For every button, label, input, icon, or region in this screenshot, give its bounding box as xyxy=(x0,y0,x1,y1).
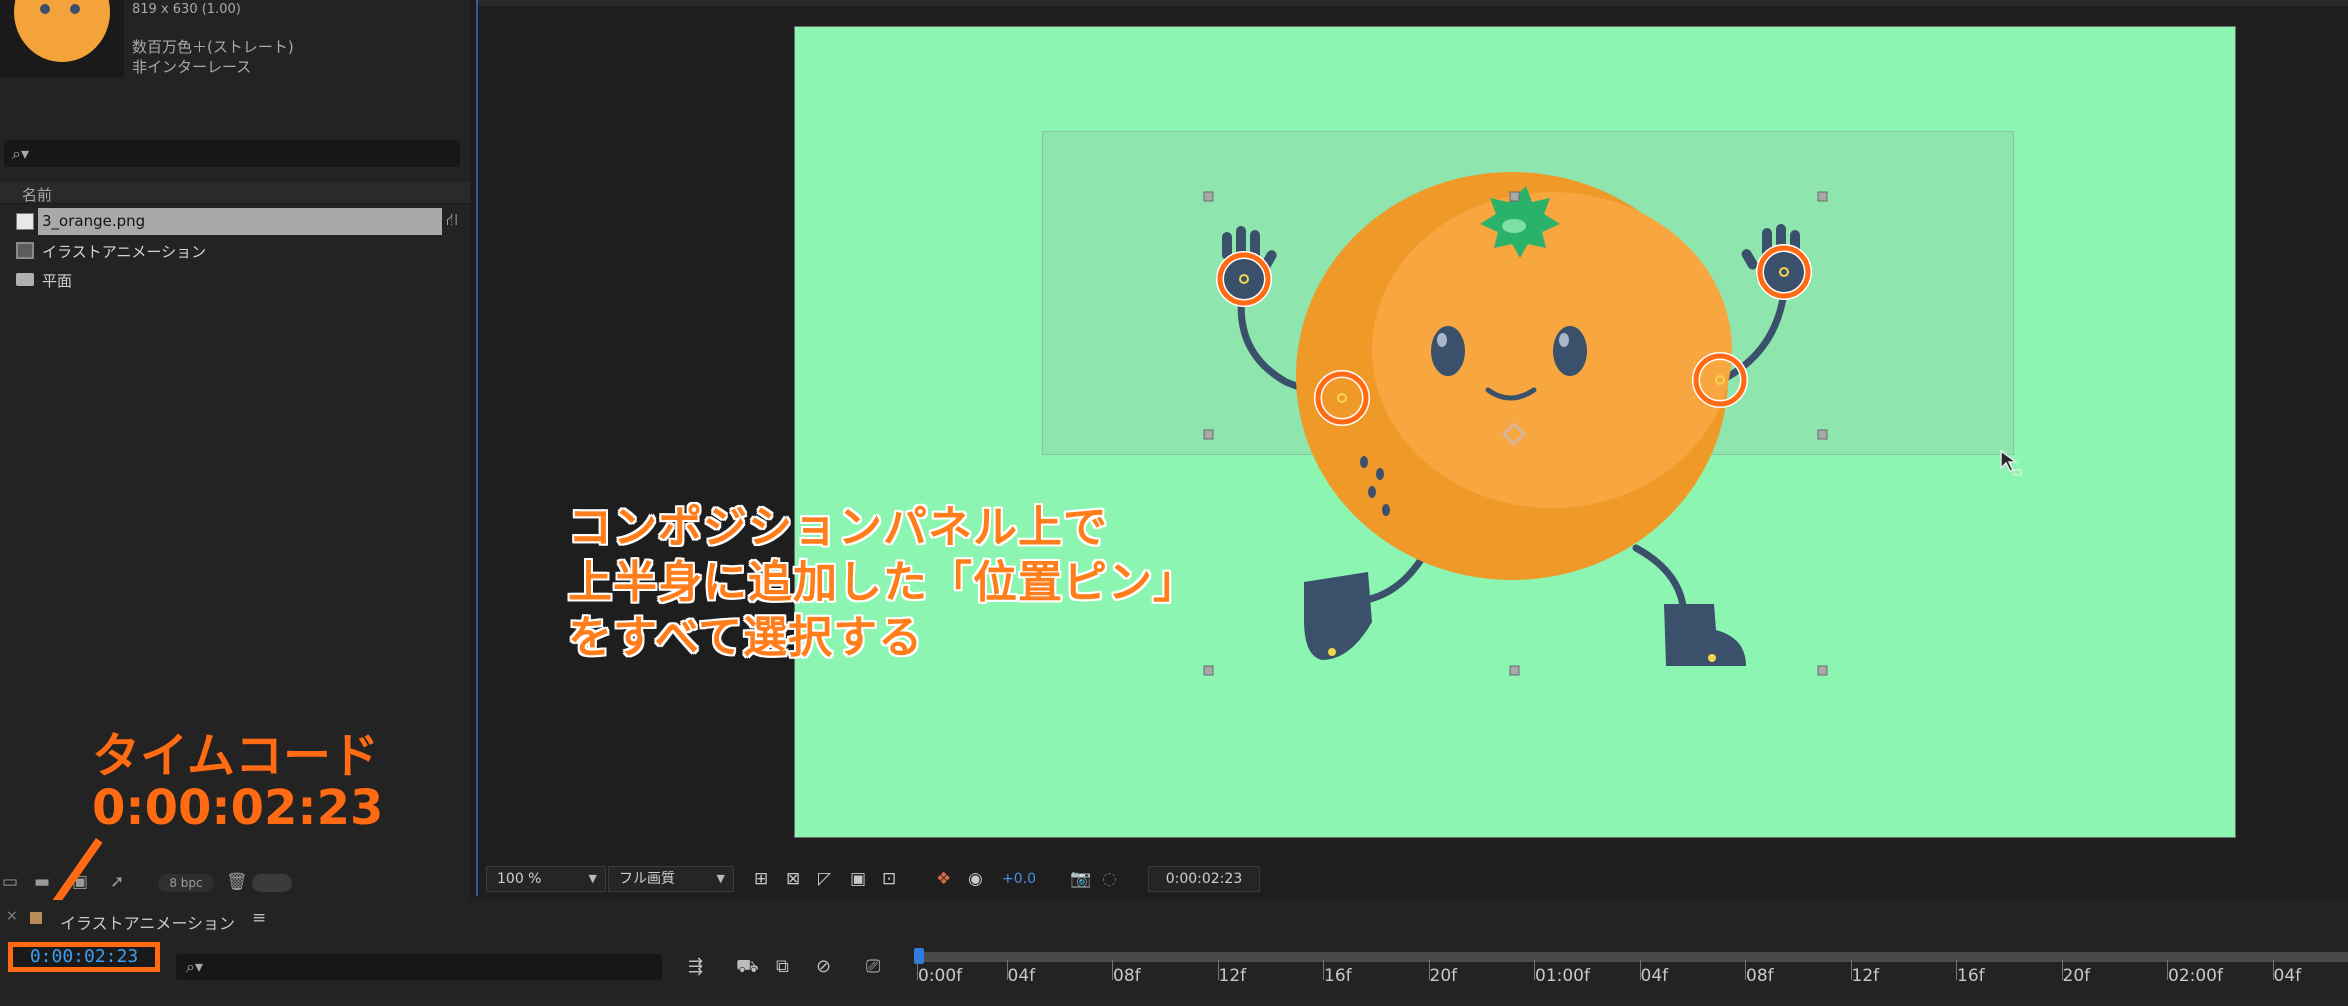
ruler-tick-label: 20f xyxy=(1428,960,1458,986)
guides-icon[interactable]: ▣ xyxy=(850,869,866,889)
footer-toggle[interactable] xyxy=(252,874,292,892)
timecode-callout-value: 0:00:02:23 xyxy=(92,780,384,836)
graph-editor-icon[interactable]: ⎚ xyxy=(866,956,880,977)
annotation-line: コンポジションパネル上で xyxy=(568,502,1108,553)
exposure-value[interactable]: +0.0 xyxy=(1002,871,1036,887)
viewer-toolbar: 100 % ▼ フル画質 ▼ ⊞ ⊠ ◸ ▣ ⊡ ❖ ◉ +0.0 📷 ◌ 0:… xyxy=(478,864,2348,896)
chevron-down-icon: ▼ xyxy=(588,872,597,885)
footage-dimensions: 819 x 630 (1.00) xyxy=(132,2,241,17)
ruler-tick-label: 04f xyxy=(1639,960,1669,986)
timeline-search-input[interactable]: ⌕▾ xyxy=(176,954,662,980)
exposure-reset-icon[interactable]: ◉ xyxy=(968,869,983,889)
resolution-value: フル画質 xyxy=(619,871,675,887)
instruction-annotation: コンポジションパネル上で 上半身に追加した「位置ピン」 をすべて選択する xyxy=(568,500,1198,665)
project-item-orange-png[interactable]: 3_orange.png xyxy=(0,208,470,235)
ruler-tick-label: 04f xyxy=(2272,960,2302,986)
close-icon[interactable]: × xyxy=(6,908,18,924)
ruler-tick-label: 02:00f xyxy=(2167,960,2223,986)
thumbnail-eye xyxy=(70,4,80,14)
work-area-bar[interactable] xyxy=(918,952,2348,962)
ruler-tick-label: 12f xyxy=(1850,960,1880,986)
flowchart-icon[interactable]: ⛙ xyxy=(446,210,458,232)
transparency-grid-icon[interactable]: ⊠ xyxy=(786,869,800,889)
footage-thumbnail xyxy=(0,0,124,78)
thumbnail-eye xyxy=(40,4,50,14)
project-item-label: イラストアニメーション xyxy=(42,243,207,261)
frame-blending-icon[interactable]: ⊘ xyxy=(816,956,831,977)
camera-snapshot-icon[interactable]: 📷 xyxy=(1070,869,1091,889)
column-name-label: 名前 xyxy=(22,186,53,204)
project-list-header[interactable]: 名前 xyxy=(0,182,470,204)
viewer-timecode[interactable]: 0:00:02:23 xyxy=(1148,866,1260,892)
folder-icon xyxy=(16,273,34,286)
resolution-dropdown[interactable]: フル画質 ▼ xyxy=(608,866,734,892)
file-icon xyxy=(16,213,34,230)
panel-menu-icon[interactable]: ≡ xyxy=(252,908,266,928)
ruler-tick-label: 04f xyxy=(1006,960,1036,986)
layer-selection-box xyxy=(1042,131,2014,455)
ruler-tick-label: 08f xyxy=(1112,960,1141,986)
annotation-line: をすべて選択する xyxy=(568,612,924,663)
viewer-header-strip xyxy=(478,0,2348,6)
chevron-down-icon: ▼ xyxy=(716,872,725,885)
search-icon: ⌕▾ xyxy=(12,144,29,163)
project-item-folder[interactable]: 平面 xyxy=(0,266,470,293)
ruler-tick-label: 20f xyxy=(2061,960,2091,986)
shy-layers-icon[interactable]: ⧉ xyxy=(776,956,789,977)
zoom-dropdown[interactable]: 100 % ▼ xyxy=(486,866,606,892)
project-item-composition[interactable]: イラストアニメーション xyxy=(0,237,470,264)
composition-mini-flowchart-icon[interactable]: ⇶ xyxy=(688,956,703,977)
ruler-tick-label: 08f xyxy=(1745,960,1774,986)
work-area-start-handle[interactable] xyxy=(914,948,924,964)
mouse-cursor-icon xyxy=(2000,450,2022,476)
channels-icon[interactable]: ❖ xyxy=(936,869,951,889)
render-icon[interactable]: ➚ xyxy=(110,872,124,892)
timecode-callout-label: タイムコード xyxy=(92,728,380,784)
project-item-label: 平面 xyxy=(42,272,73,290)
ruler-tick-label: 16f xyxy=(1956,960,1985,986)
trash-icon[interactable]: 🗑 xyxy=(226,872,248,892)
timeline-tab[interactable]: イラストアニメーション xyxy=(60,910,235,934)
project-search-input[interactable]: ⌕▾ xyxy=(4,140,460,167)
composition-color-swatch xyxy=(30,912,42,924)
grid-icon[interactable]: ⊡ xyxy=(882,869,896,889)
bit-depth-button[interactable]: 8 bpc xyxy=(158,874,214,892)
current-time-display[interactable]: 0:00:02:23 xyxy=(8,942,160,972)
footage-field-order: 非インターレース xyxy=(132,58,252,76)
time-ruler[interactable]: 0:00f 04f 08f 12f 16f 20f 01:00f 04f 08f 12f 16f 20… xyxy=(914,948,2348,1006)
ruler-tick-label: 12f xyxy=(1217,960,1247,986)
timecode-callout: タイムコード 0:00:02:23 xyxy=(92,730,383,834)
footage-color-depth: 数百万色＋(ストレート) xyxy=(132,38,294,56)
annotation-line: 上半身に追加した「位置ピン」 xyxy=(568,557,1198,608)
zoom-value: 100 % xyxy=(497,871,542,887)
draft-3d-icon[interactable]: ⛟ xyxy=(736,956,759,980)
search-icon: ⌕▾ xyxy=(186,957,203,976)
ruler-tick-label: 16f xyxy=(1323,960,1352,986)
interpret-footage-icon[interactable]: ▭ xyxy=(2,872,18,892)
snapshot-region-icon[interactable]: ⊞ xyxy=(754,869,768,889)
new-folder-icon[interactable]: ▬ xyxy=(34,872,50,892)
ruler-tick-label: 0:00f xyxy=(916,960,963,986)
ruler-tick-label: 01:00f xyxy=(1534,960,1590,986)
thumbnail-orange xyxy=(14,0,110,62)
project-item-label: 3_orange.png xyxy=(42,212,146,230)
timeline-panel: × イラストアニメーション ≡ 0:00:02:23 ⌕▾ ⇶ ⛟ ⧉ ⊘ ⎚ … xyxy=(0,900,2348,1006)
mask-path-icon[interactable]: ◸ xyxy=(818,869,831,889)
composition-icon xyxy=(16,242,34,259)
show-snapshot-icon[interactable]: ◌ xyxy=(1102,869,1117,889)
